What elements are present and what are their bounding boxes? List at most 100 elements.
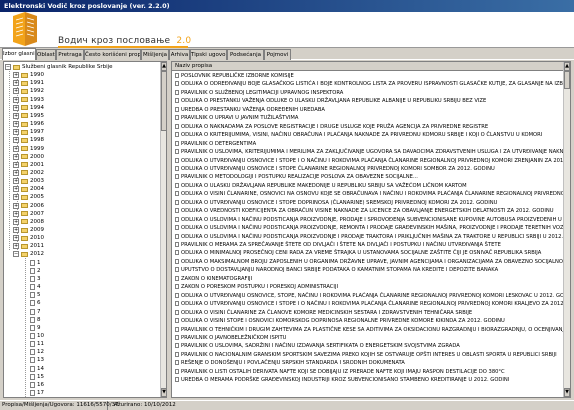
list-item[interactable]: ZAKON O KINEMATOGRAFIJI — [172, 275, 563, 283]
tree-issue-11[interactable]: 11 — [28, 340, 44, 348]
expand-icon[interactable]: + — [13, 243, 19, 250]
list-item[interactable]: PRAVILNIK O LISTI OSTALIH DERIVATA NAFTE… — [172, 368, 563, 376]
tree-year-1994[interactable]: +1994 — [13, 104, 44, 112]
tree-year-2010[interactable]: +2010 — [13, 234, 44, 242]
expand-icon[interactable]: + — [13, 96, 19, 103]
list-item[interactable]: ODLUKA O USLOVIMA I NAČINU PODSTICANJA P… — [172, 224, 563, 232]
list-item[interactable]: PRAVILNIK O USLOVIMA, SADRŽINI I NAČINU … — [172, 342, 563, 350]
tab-izbor-glasnika[interactable]: Izbor glasnika — [2, 48, 36, 60]
tree-root-sluzbeni-glasnik[interactable]: − Službeni glasnik Republike Srbije — [5, 63, 113, 71]
list-item[interactable]: PRAVILNIK O UPRAVI U JAVNIM TUŽILAŠTVIMA — [172, 114, 563, 122]
list-item[interactable]: ODLUKA O UTVRĐIVANJU OSNOVICE I STOPE I … — [172, 157, 563, 165]
tree-year-2012[interactable]: − 2012 — [13, 250, 44, 258]
tree-year-1996[interactable]: +1996 — [13, 120, 44, 128]
tab-misljenja[interactable]: Mišljenja — [141, 49, 169, 60]
tab-tipski-ugovori[interactable]: Tipski ugovori — [190, 49, 227, 60]
collapse-icon[interactable]: − — [13, 251, 19, 258]
list-item[interactable]: PRAVILNIK O USLOVIMA, KRITERIJUMIMA I ME… — [172, 148, 563, 156]
tree-year-2004[interactable]: +2004 — [13, 185, 44, 193]
expand-icon[interactable]: + — [13, 178, 19, 185]
tree-issue-16[interactable]: 16 — [28, 381, 44, 389]
expand-icon[interactable]: + — [13, 218, 19, 225]
tree-year-1991[interactable]: +1991 — [13, 79, 44, 87]
list-item[interactable]: UPUTSTVO O DOSTAVLJANJU NARODNOJ BANCI S… — [172, 266, 563, 274]
column-header-naziv[interactable]: Naziv propisa — [172, 62, 563, 71]
list-item[interactable]: ODLUKA O ULASKU DRŽAVLJANA REPUBLIKE MAK… — [172, 182, 563, 190]
tree-issue-8[interactable]: 8 — [28, 316, 41, 324]
list-item[interactable]: ODLUKA O UTVRĐIVANJU OSNOVICE I STOPE DO… — [172, 199, 563, 207]
list-item[interactable]: ODLUKA O MAKSIMALNOM BROJU ZAPOSLENIH U … — [172, 258, 563, 266]
list-item[interactable]: PRAVILNIK O SLUŽBENOJ LEGITIMACIJI UPRAV… — [172, 89, 563, 97]
collapse-icon[interactable]: − — [5, 64, 11, 70]
tree-year-2005[interactable]: +2005 — [13, 193, 44, 201]
expand-icon[interactable]: + — [13, 104, 19, 111]
expand-icon[interactable]: + — [13, 112, 19, 119]
tree-issue-3[interactable]: 3 — [28, 275, 41, 283]
list-item[interactable]: ODLUKA O USLOVIMA I NAČINU PODSTICANJA P… — [172, 216, 563, 224]
tab-oblasti[interactable]: Oblasti — [36, 49, 56, 60]
list-item[interactable]: PRAVILNIK O JAVNOBELEŽNIČKOM ISPITU — [172, 334, 563, 342]
expand-icon[interactable]: + — [13, 145, 19, 152]
expand-icon[interactable]: + — [13, 169, 19, 176]
list-item[interactable]: ODLUKA O VISINI ČLANARINE, OSNOVICI NA O… — [172, 190, 563, 198]
list-item[interactable]: PRAVILNIK O MERAMA ZA SPREČAVANJE ŠTETE … — [172, 241, 563, 249]
tree-year-1992[interactable]: +1992 — [13, 87, 44, 95]
list-item[interactable]: POSLOVNIK REPUBLIČKE IZBORNE KOMISIJE — [172, 72, 563, 80]
expand-icon[interactable]: + — [13, 202, 19, 209]
tree-issue-6[interactable]: 6 — [28, 299, 41, 307]
tab-pretraga[interactable]: Pretraga — [56, 49, 84, 60]
tree-issue-2[interactable]: 2 — [28, 267, 41, 275]
tree-issue-14[interactable]: 14 — [28, 365, 44, 373]
list-item[interactable]: ODLUKA O UTVRĐIVANJU OSNOVICE I STOPE ČL… — [172, 165, 563, 173]
tree-year-2007[interactable]: +2007 — [13, 210, 44, 218]
tab-podsecanja[interactable]: Podsećanja — [227, 49, 264, 60]
tree-year-2011[interactable]: +2011 — [13, 242, 44, 250]
expand-icon[interactable]: + — [13, 80, 19, 87]
tree-year-2006[interactable]: +2006 — [13, 202, 44, 210]
list-scrollbar[interactable]: ▲ ▼ — [563, 62, 570, 397]
tree-year-1997[interactable]: +1997 — [13, 128, 44, 136]
tree-year-2002[interactable]: +2002 — [13, 169, 44, 177]
tree-year-2003[interactable]: +2003 — [13, 177, 44, 185]
list-item[interactable]: ODLUKA O UTVRĐIVANJU OSNOVICE, STOPE, NA… — [172, 292, 563, 300]
tree-issue-17[interactable]: 17 — [28, 389, 44, 397]
scroll-down-icon[interactable]: ▼ — [161, 388, 166, 397]
list-item[interactable]: UREDBA O PRESTANKU VAŽENJA ODREĐENIH URE… — [172, 106, 563, 114]
list-item[interactable]: ODLUKA O MINIMALNOJ PROSEČNOJ CENI RADA … — [172, 249, 563, 257]
tree-year-1990[interactable]: +1990 — [13, 71, 44, 79]
scroll-up-icon[interactable]: ▲ — [161, 62, 166, 71]
tree-issue-4[interactable]: 4 — [28, 283, 41, 291]
scroll-down-icon[interactable]: ▼ — [564, 388, 570, 397]
expand-icon[interactable]: + — [13, 210, 19, 217]
tree-year-2009[interactable]: +2009 — [13, 226, 44, 234]
list-scroll-thumb[interactable] — [564, 71, 570, 89]
list-item[interactable]: ODLUKA O KRITERIJUMIMA, VISINI, NAČINU O… — [172, 131, 563, 139]
tab-arhiva[interactable]: Arhiva — [169, 49, 190, 60]
tree-issue-12[interactable]: 12 — [28, 348, 44, 356]
expand-icon[interactable]: + — [13, 235, 19, 242]
tree-issue-15[interactable]: 15 — [28, 373, 44, 381]
list-item[interactable]: ZAKON O PORESKOM POSTUPKU I PORESKOJ ADM… — [172, 283, 563, 291]
list-item[interactable]: PRAVILNIK O DETERGENTIMA — [172, 140, 563, 148]
list-item[interactable]: REŠENJE O DONOŠENJU I POVLAČENJU SRPSKIH… — [172, 359, 563, 367]
expand-icon[interactable]: + — [13, 88, 19, 95]
expand-icon[interactable]: + — [13, 129, 19, 136]
tree-issue-5[interactable]: 5 — [28, 291, 41, 299]
tab-pojmovi[interactable]: Pojmovi — [264, 49, 291, 60]
list-item[interactable]: ODLUKA O VISINI ČLANARINE ZA ČLANOVE KOM… — [172, 309, 563, 317]
tree-year-1995[interactable]: +1995 — [13, 112, 44, 120]
tree-year-2001[interactable]: +2001 — [13, 161, 44, 169]
gazette-tree[interactable]: − Službeni glasnik Republike Srbije +1990 +… — [3, 61, 167, 398]
tree-year-1999[interactable]: +1999 — [13, 145, 44, 153]
expand-icon[interactable]: + — [13, 153, 19, 160]
tree-issue-10[interactable]: 10 — [28, 332, 44, 340]
tree-year-2008[interactable]: +2008 — [13, 218, 44, 226]
tree-issue-13[interactable]: 13 — [28, 356, 44, 364]
tree-year-1993[interactable]: +1993 — [13, 96, 44, 104]
tree-issue-1[interactable]: 1 — [28, 259, 41, 267]
expand-icon[interactable]: + — [13, 194, 19, 201]
tree-issue-9[interactable]: 9 — [28, 324, 41, 332]
expand-icon[interactable]: + — [13, 161, 19, 168]
expand-icon[interactable]: + — [13, 137, 19, 144]
expand-icon[interactable]: + — [13, 227, 19, 233]
